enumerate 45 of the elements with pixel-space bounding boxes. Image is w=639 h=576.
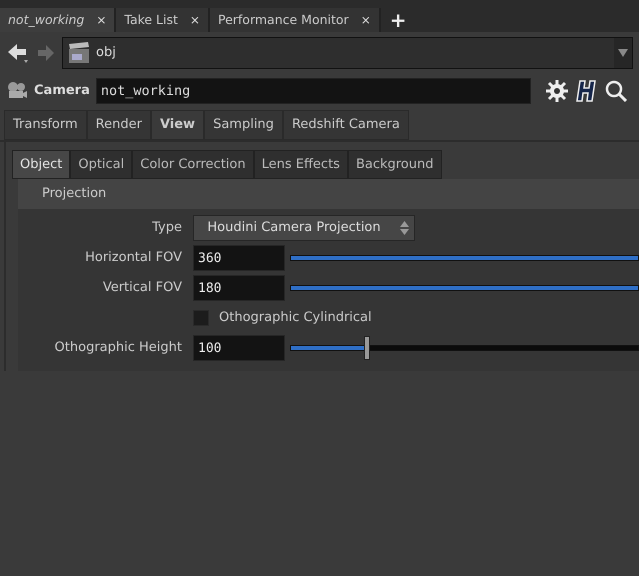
parameter-label: Horizontal FOV [84,249,183,268]
tab-label[interactable]: not_working [8,10,84,30]
h-logo-icon[interactable] [574,79,599,103]
parameter-tab[interactable]: Sampling [204,110,283,140]
checkbox[interactable] [193,310,209,326]
tab-label[interactable]: Take List [124,10,178,30]
back-arrow-icon[interactable] [6,42,30,64]
parameter-tab[interactable]: Transform [4,110,87,140]
parameter-label: Othographic Height [54,339,183,358]
dropdown-menu[interactable]: Houdini Camera Projection [193,215,415,241]
camera-icon[interactable] [6,81,28,101]
checkbox-label: Othographic Cylindrical [219,309,372,328]
node-type-label: Camera [34,82,90,100]
section-header[interactable]: Projection [18,179,639,209]
parameter-subtab[interactable]: Lens Effects [254,150,348,179]
pane-tab[interactable]: Take List × [116,8,210,32]
new-tab-button[interactable]: + [380,8,416,32]
gear-icon[interactable] [544,79,569,103]
number-field[interactable]: 180 [193,275,285,301]
parameter-tab[interactable]: Redshift Camera [282,110,409,140]
pane-tab[interactable]: not_working × [0,8,116,32]
parameter-subtab[interactable]: Color Correction [132,150,254,179]
parameter-label: Type [151,219,183,238]
close-icon[interactable]: × [96,11,106,29]
slider-track[interactable] [290,345,639,351]
slider-handle[interactable] [364,336,370,360]
parameter-tab[interactable]: View [150,110,204,140]
pane-tab[interactable]: Performance Monitor × [210,8,381,32]
parameter-subtab[interactable]: Object [12,150,70,179]
number-field[interactable]: 360 [193,245,285,271]
parameter-subtab[interactable]: Optical [70,150,132,179]
clapperboard-icon [68,42,90,64]
parameter-label: Vertical FOV [102,279,183,298]
parameter-subtab[interactable]: Background [348,150,442,179]
close-icon[interactable]: × [190,11,200,29]
dropdown-arrow-icon[interactable] [618,49,628,57]
tab-label[interactable]: Performance Monitor [218,10,349,30]
path-field[interactable]: obj [62,37,633,69]
close-icon[interactable]: × [360,11,371,29]
search-icon[interactable] [604,80,627,102]
node-name-field[interactable]: not_working [96,78,531,104]
number-field[interactable]: 100 [193,335,285,361]
menu-value: Houdini Camera Projection [206,219,382,238]
parameter-tab[interactable]: Render [86,110,151,140]
up-down-arrows-icon [400,220,408,236]
